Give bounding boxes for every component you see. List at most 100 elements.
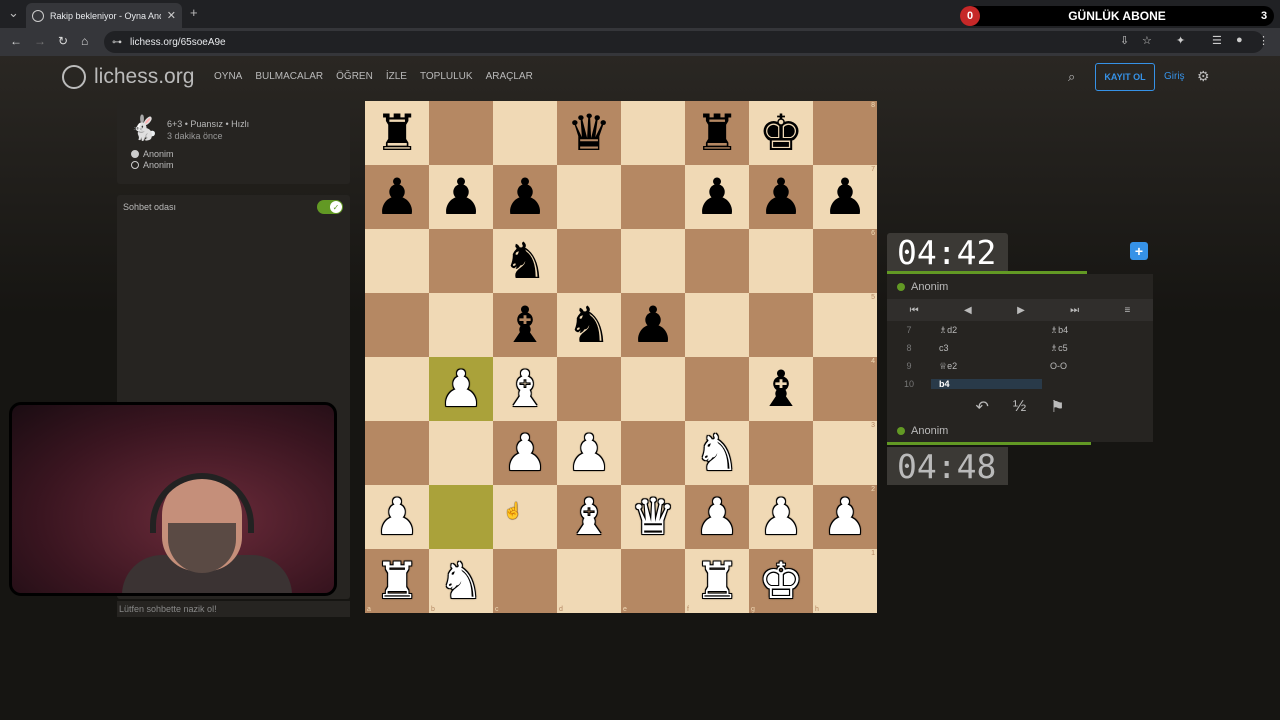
first-move-icon[interactable]: ⏮ [910,305,919,316]
square-h3[interactable]: 3 [813,421,877,485]
black-rook-piece[interactable]: ♜ [375,108,420,158]
browser-menu-icon[interactable]: ⋮ [1258,34,1269,47]
square-f2[interactable]: ♟ [685,485,749,549]
black-pawn-piece[interactable]: ♟ [375,172,420,222]
forward-icon[interactable]: → [34,34,46,48]
square-g2[interactable]: ♟ [749,485,813,549]
black-pawn-piece[interactable]: ♟ [631,300,676,350]
square-e6[interactable] [621,229,685,293]
square-f5[interactable] [685,293,749,357]
square-d2[interactable]: ♝ [557,485,621,549]
square-g1[interactable]: ♚ g [749,549,813,613]
square-f7[interactable]: ♟ [685,165,749,229]
black-pawn-piece[interactable]: ♟ [695,172,740,222]
move-white[interactable]: ♗d2 [931,325,1042,336]
back-icon[interactable]: ← [10,34,22,48]
white-bishop-piece[interactable]: ♝ [567,492,612,542]
menu-item-tools[interactable]: ARAÇLAR [486,71,533,82]
square-h7[interactable]: ♟ 7 [813,165,877,229]
square-b6[interactable] [429,229,493,293]
square-e8[interactable] [621,101,685,165]
site-info-icon[interactable]: ⊶ [112,37,122,48]
url-field[interactable]: ⊶ lichess.org/65soeA9e ⇩ ☆ ✦ ☰ ● ⋮ [104,31,1269,53]
square-a6[interactable] [365,229,429,293]
black-bishop-piece[interactable]: ♝ [759,364,804,414]
menu-item-puzzles[interactable]: BULMACALAR [255,71,323,82]
offer-draw-icon[interactable]: ½ [1013,398,1026,416]
bookmark-star-icon[interactable]: ☆ [1142,34,1152,47]
move-black[interactable]: ♗b4 [1042,325,1153,336]
square-d5[interactable]: ♞ [557,293,621,357]
tab-close-icon[interactable]: ✕ [167,9,176,22]
square-a3[interactable] [365,421,429,485]
chat-input[interactable]: Lütfen sohbette nazik ol! [117,601,350,617]
white-pawn-piece[interactable]: ♟ [567,428,612,478]
square-a2[interactable]: ♟ [365,485,429,549]
signup-button[interactable]: KAYIT OL [1095,63,1155,91]
chess-board[interactable]: ♜ ♛ ♜ ♚ 8 ♟ ♟ ♟ ♟ ♟ ♟ 7 ♞ 6 ♝ ♞ ♟ 5 ♟ ♝ ♝ 4 ♟ ♟ ♞ 3 ♟ ♝ ♛ ♟ ♟ ♟ 2 ♜ a ♞ b c d e… [365,101,877,613]
black-knight-piece[interactable]: ♞ [567,300,612,350]
black-bishop-piece[interactable]: ♝ [503,300,548,350]
search-icon[interactable]: ⌕ [1068,69,1075,85]
move-white[interactable]: c3 [931,343,1042,353]
black-pawn-piece[interactable]: ♟ [823,172,868,222]
square-g4[interactable]: ♝ [749,357,813,421]
square-a5[interactable] [365,293,429,357]
square-d3[interactable]: ♟ [557,421,621,485]
white-pawn-piece[interactable]: ♟ [439,364,484,414]
add-time-button[interactable]: + [1130,242,1148,260]
square-b4[interactable]: ♟ [429,357,493,421]
black-king-piece[interactable]: ♚ [759,108,804,158]
white-pawn-piece[interactable]: ♟ [759,492,804,542]
square-b2[interactable] [429,485,493,549]
square-e7[interactable] [621,165,685,229]
square-e3[interactable] [621,421,685,485]
square-h8[interactable]: 8 [813,101,877,165]
square-a7[interactable]: ♟ [365,165,429,229]
square-f8[interactable]: ♜ [685,101,749,165]
white-rook-piece[interactable]: ♜ [695,556,740,606]
black-pawn-piece[interactable]: ♟ [759,172,804,222]
square-d7[interactable] [557,165,621,229]
square-g7[interactable]: ♟ [749,165,813,229]
square-b8[interactable] [429,101,493,165]
login-link[interactable]: Giriş [1164,71,1185,82]
menu-item-community[interactable]: TOPLULUK [420,71,473,82]
square-c3[interactable]: ♟ [493,421,557,485]
square-f6[interactable] [685,229,749,293]
square-b5[interactable] [429,293,493,357]
white-queen-piece[interactable]: ♛ [631,492,676,542]
square-h6[interactable]: 6 [813,229,877,293]
white-knight-piece[interactable]: ♞ [439,556,484,606]
square-c8[interactable] [493,101,557,165]
takeback-icon[interactable]: ↶ [975,397,988,417]
move-white[interactable]: ♕e2 [931,361,1042,372]
square-a1[interactable]: ♜ a [365,549,429,613]
square-b3[interactable] [429,421,493,485]
white-bishop-piece[interactable]: ♝ [503,364,548,414]
square-e5[interactable]: ♟ [621,293,685,357]
black-pawn-piece[interactable]: ♟ [439,172,484,222]
square-g5[interactable] [749,293,813,357]
square-g3[interactable] [749,421,813,485]
square-f3[interactable]: ♞ [685,421,749,485]
next-move-icon[interactable]: ▶ [1017,305,1025,316]
white-pawn-piece[interactable]: ♟ [823,492,868,542]
black-queen-piece[interactable]: ♛ [567,108,612,158]
square-e1[interactable]: e [621,549,685,613]
black-rook-piece[interactable]: ♜ [695,108,740,158]
square-h4[interactable]: 4 [813,357,877,421]
square-g6[interactable] [749,229,813,293]
square-h1[interactable]: 1h [813,549,877,613]
square-c6[interactable]: ♞ [493,229,557,293]
white-king-piece[interactable]: ♚ [759,556,804,606]
square-b7[interactable]: ♟ [429,165,493,229]
gear-icon[interactable]: ⚙ [1197,68,1210,85]
square-h2[interactable]: ♟ 2 [813,485,877,549]
square-c1[interactable]: c [493,549,557,613]
square-e2[interactable]: ♛ [621,485,685,549]
square-c7[interactable]: ♟ [493,165,557,229]
square-b1[interactable]: ♞ b [429,549,493,613]
black-pawn-piece[interactable]: ♟ [503,172,548,222]
square-d4[interactable] [557,357,621,421]
